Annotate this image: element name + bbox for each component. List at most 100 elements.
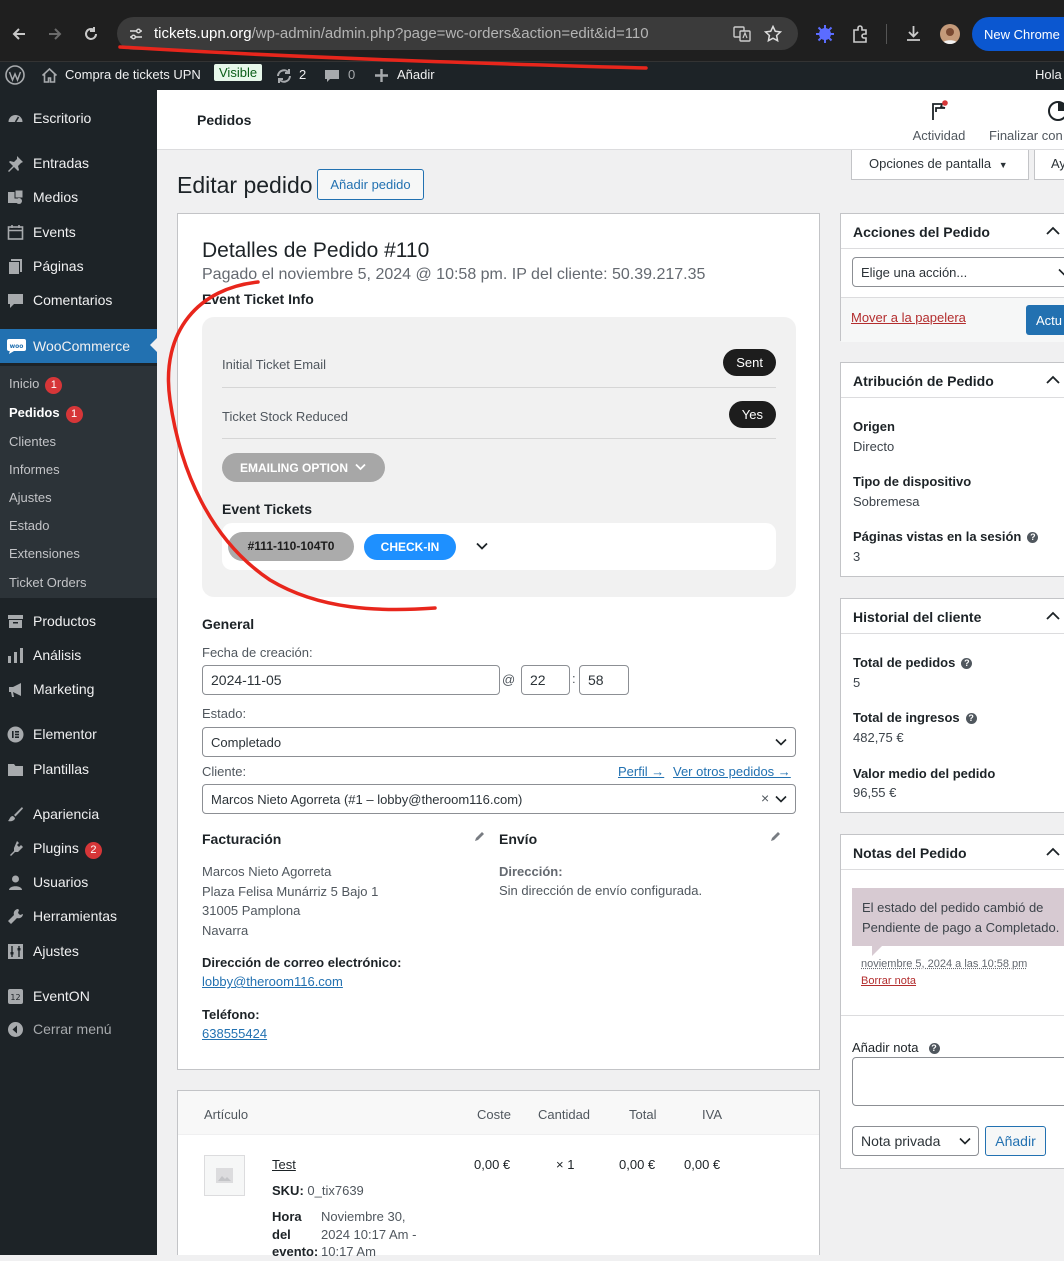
sidebar-item-escritorio[interactable]: Escritorio xyxy=(0,101,157,135)
finish-setup-button[interactable]: Finalizar con xyxy=(989,100,1064,143)
chevron-up-icon xyxy=(1046,226,1060,236)
add-order-button[interactable]: Añadir pedido xyxy=(317,169,424,200)
ticket-expand-chevron-icon[interactable] xyxy=(476,542,488,550)
sidebar-item-medios[interactable]: Medios xyxy=(0,180,157,214)
submenu-item-pedidos[interactable]: Pedidos 1 xyxy=(9,405,83,423)
submenu-item-ajustes[interactable]: Ajustes xyxy=(9,490,52,505)
download-icon[interactable] xyxy=(904,24,923,43)
ticket-id-pill[interactable]: #111-110-104T0 xyxy=(228,532,354,561)
initial-email-label: Initial Ticket Email xyxy=(222,357,327,372)
submenu-item-clientes[interactable]: Clientes xyxy=(9,434,56,449)
customer-select[interactable]: Marcos Nieto Agorreta (#1 – lobby@theroo… xyxy=(202,784,796,814)
sidebar-item-events[interactable]: Events xyxy=(0,215,157,249)
activity-button[interactable]: Actividad xyxy=(910,100,968,143)
plus-icon[interactable] xyxy=(374,68,389,83)
megaphone-icon xyxy=(7,681,24,698)
forward-icon[interactable] xyxy=(45,24,65,44)
customer-history-header[interactable]: Historial del cliente xyxy=(841,599,1064,634)
sidebar-item-woocommerce[interactable]: woo WooCommerce xyxy=(0,329,158,363)
address-bar[interactable]: tickets.upn.org/wp-admin/admin.php?page=… xyxy=(117,17,798,50)
site-name-link[interactable]: Compra de tickets UPN xyxy=(65,67,201,82)
pedidos-count-badge: 1 xyxy=(65,406,83,423)
updates-count[interactable]: 2 xyxy=(299,67,306,82)
minute-input[interactable]: 58 xyxy=(579,665,629,695)
hour-input[interactable]: 22 xyxy=(521,665,570,695)
sidebar-item-comentarios[interactable]: Comentarios xyxy=(0,283,157,317)
submenu-item-extensiones[interactable]: Extensiones xyxy=(9,546,80,561)
collapse-icon xyxy=(7,1021,24,1038)
order-actions-box: Acciones del Pedido Elige una acción... … xyxy=(840,213,1064,342)
emailing-option-button[interactable]: EMAILING OPTION xyxy=(222,453,385,482)
screen-options-button[interactable]: Opciones de pantalla ▼ xyxy=(851,150,1029,180)
reload-icon[interactable] xyxy=(81,24,101,44)
sidebar-item-paginas[interactable]: Páginas xyxy=(0,249,157,283)
sidebar-item-apariencia[interactable]: Apariencia xyxy=(0,797,157,831)
update-order-button[interactable]: Actu xyxy=(1026,305,1064,335)
sidebar-item-eventon[interactable]: 12 EventON xyxy=(0,979,157,1013)
new-chrome-button[interactable]: New Chrome xyxy=(972,17,1064,51)
sidebar-item-usuarios[interactable]: Usuarios xyxy=(0,865,157,899)
extensions-puzzle-icon[interactable] xyxy=(851,24,870,43)
submenu-item-ticket-orders[interactable]: Ticket Orders xyxy=(9,575,87,590)
move-to-trash-link[interactable]: Mover a la papelera xyxy=(851,310,966,325)
help-icon[interactable]: ? xyxy=(965,713,977,724)
add-new-link[interactable]: Añadir xyxy=(397,67,435,82)
order-actions-header[interactable]: Acciones del Pedido xyxy=(841,214,1064,249)
sidebar-item-analisis[interactable]: Análisis xyxy=(0,638,157,672)
add-note-button[interactable]: Añadir xyxy=(985,1126,1046,1156)
date-created-input[interactable]: 2024-11-05 xyxy=(202,665,500,695)
check-in-button[interactable]: CHECK-IN xyxy=(364,534,456,560)
submenu-item-inicio[interactable]: Inicio 1 xyxy=(9,376,63,394)
note-type-select[interactable]: Nota privada xyxy=(852,1126,979,1156)
sidebar-collapse-menu[interactable]: Cerrar menú xyxy=(0,1012,157,1046)
customer-phone-link[interactable]: 638555424 xyxy=(202,1026,267,1041)
sidebar-item-marketing[interactable]: Marketing xyxy=(0,672,157,706)
comments-icon[interactable] xyxy=(324,68,340,84)
back-icon[interactable] xyxy=(9,24,29,44)
submenu-item-informes[interactable]: Informes xyxy=(9,462,60,477)
delete-note-link[interactable]: Borrar nota xyxy=(861,975,916,987)
sidebar-item-productos[interactable]: Productos xyxy=(0,604,157,638)
bookmark-star-icon[interactable] xyxy=(764,25,782,43)
sidebar-item-herramientas[interactable]: Herramientas xyxy=(0,899,157,933)
origin-value: Directo xyxy=(853,439,895,454)
help-tab-button[interactable]: Ay xyxy=(1034,150,1064,180)
sidebar-item-entradas[interactable]: Entradas xyxy=(0,146,157,180)
profile-avatar[interactable] xyxy=(940,24,960,44)
edit-billing-pencil-icon[interactable] xyxy=(474,830,486,842)
comments-count[interactable]: 0 xyxy=(348,67,355,82)
clear-icon[interactable]: × xyxy=(761,790,769,806)
help-icon[interactable]: ? xyxy=(1027,532,1039,543)
sidebar-item-elementor[interactable]: Elementor xyxy=(0,717,157,751)
item-qty: × 1 xyxy=(556,1157,575,1172)
order-attribution-header[interactable]: Atribución de Pedido xyxy=(841,363,1064,398)
wordpress-logo-icon[interactable] xyxy=(5,65,25,85)
customer-email-link[interactable]: lobby@theroom116.com xyxy=(202,974,343,989)
page-section-title: Pedidos xyxy=(197,112,252,128)
notes-divider xyxy=(841,1015,1064,1016)
translate-icon[interactable] xyxy=(733,25,751,43)
edit-shipping-pencil-icon[interactable] xyxy=(770,830,782,842)
greeting-link[interactable]: Hola xyxy=(1035,67,1062,82)
stock-reduced-status-badge: Yes xyxy=(728,401,776,428)
sidebar-item-plugins[interactable]: Plugins 2 xyxy=(0,831,157,865)
item-tax: 0,00 € xyxy=(684,1157,721,1172)
site-settings-icon[interactable] xyxy=(128,26,144,42)
help-icon[interactable]: ? xyxy=(961,658,973,669)
status-select[interactable]: Completado xyxy=(202,727,796,757)
extension-icon[interactable] xyxy=(815,24,835,44)
order-notes-header[interactable]: Notas del Pedido xyxy=(841,835,1064,870)
item-name-link[interactable]: Test xyxy=(272,1157,296,1172)
add-note-textarea[interactable] xyxy=(852,1057,1064,1106)
sidebar-item-ajustes[interactable]: Ajustes xyxy=(0,934,157,968)
help-icon[interactable]: ? xyxy=(928,1043,940,1054)
customer-profile-link[interactable]: Perfil → xyxy=(618,764,664,779)
status-label: Estado: xyxy=(202,706,247,721)
updates-icon[interactable] xyxy=(275,67,293,85)
order-action-select[interactable]: Elige una acción... xyxy=(852,257,1064,287)
event-ticket-info-box: Initial Ticket Email Sent Ticket Stock R… xyxy=(202,317,796,597)
view-other-orders-link[interactable]: Ver otros pedidos → xyxy=(673,764,791,779)
elementor-icon xyxy=(7,726,24,743)
sidebar-item-plantillas[interactable]: Plantillas xyxy=(0,752,157,786)
submenu-item-estado[interactable]: Estado xyxy=(9,518,49,533)
